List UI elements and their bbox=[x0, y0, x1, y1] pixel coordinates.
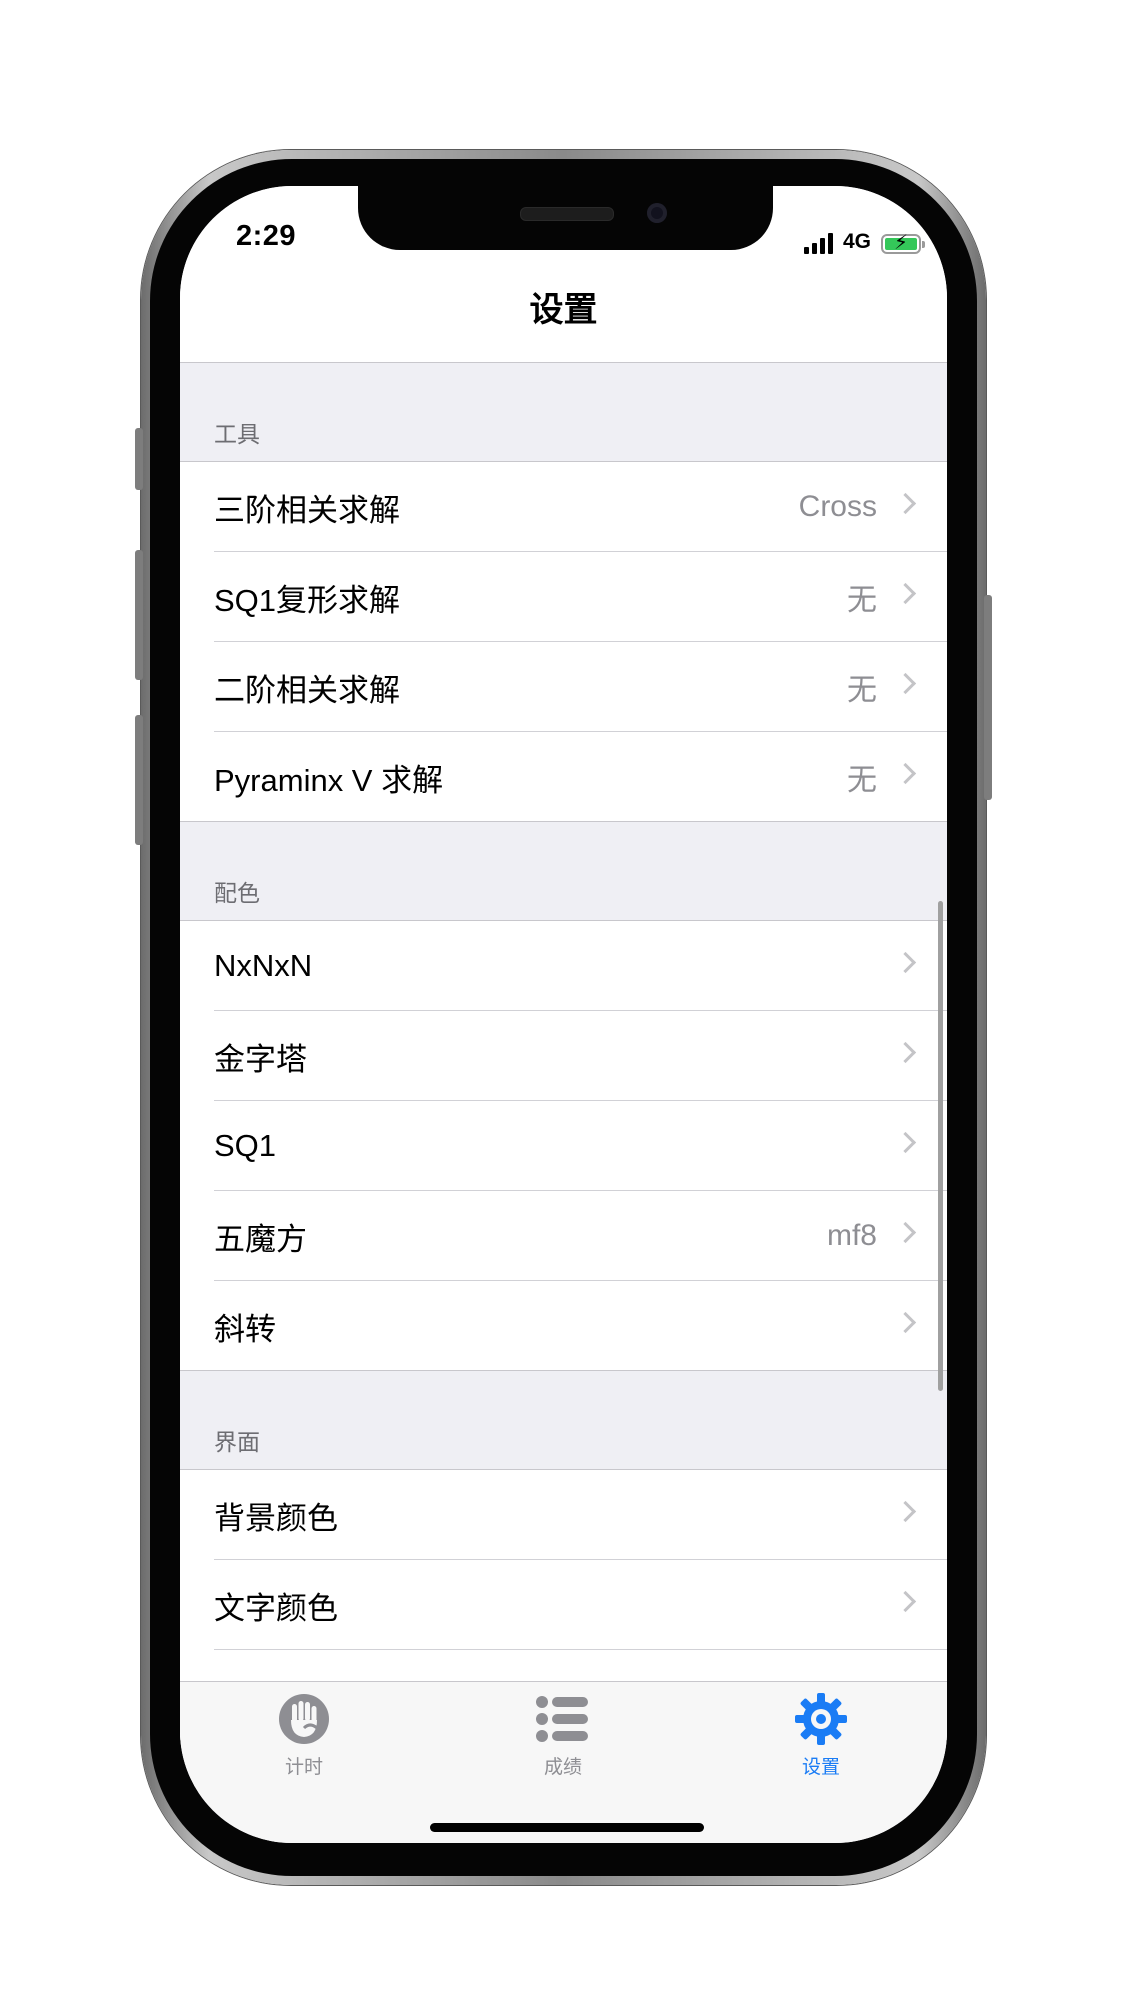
section-header-label: 工具 bbox=[214, 421, 260, 447]
notch bbox=[358, 186, 773, 250]
settings-row-megaminx[interactable]: 五魔方 mf8 bbox=[180, 1191, 947, 1281]
chevron-right-icon bbox=[894, 582, 917, 605]
tab-timer[interactable]: 计时 bbox=[234, 1692, 374, 1792]
tab-settings[interactable]: 设置 bbox=[751, 1692, 891, 1792]
row-label: NxNxN bbox=[214, 948, 313, 983]
signal-icon bbox=[803, 232, 833, 254]
chevron-right-icon bbox=[894, 1311, 917, 1334]
navigation-bar: 设置 bbox=[180, 262, 947, 363]
row-label: 二阶相关求解 bbox=[214, 672, 400, 708]
chevron-right-icon bbox=[894, 1041, 917, 1064]
tab-label: 成绩 bbox=[543, 1757, 582, 1778]
gear-icon bbox=[794, 1692, 848, 1746]
silent-switch bbox=[135, 428, 143, 490]
chevron-right-icon bbox=[894, 1221, 917, 1244]
settings-row-333-solver[interactable]: 三阶相关求解 Cross bbox=[180, 462, 947, 552]
section-header-interface: 界面 bbox=[180, 1371, 947, 1470]
settings-row-222-solver[interactable]: 二阶相关求解 无 bbox=[180, 642, 947, 732]
hand-timer-icon bbox=[277, 1692, 331, 1746]
chevron-right-icon bbox=[894, 762, 917, 785]
status-indicators: 4G ⚡ bbox=[803, 228, 925, 254]
battery-charging-icon: ⚡ bbox=[881, 232, 925, 254]
tab-bar: 计时 成绩 设置 bbox=[180, 1681, 947, 1843]
settings-row-text-color[interactable]: 文字颜色 bbox=[180, 1560, 947, 1650]
screen: 2:29 4G ⚡ 设置 工具 三阶相关求解 Cross SQ1复形求解 无 二… bbox=[180, 186, 947, 1843]
page-title: 设置 bbox=[529, 291, 598, 329]
row-label: 文字颜色 bbox=[214, 1590, 338, 1626]
chevron-right-icon bbox=[894, 1590, 917, 1613]
settings-row-skewb[interactable]: 斜转 bbox=[180, 1281, 947, 1371]
row-label: 三阶相关求解 bbox=[214, 492, 400, 528]
status-time: 2:29 bbox=[236, 220, 297, 252]
settings-row-pyraminx[interactable]: 金字塔 bbox=[180, 1011, 947, 1101]
section-header-tools: 工具 bbox=[180, 363, 947, 462]
row-label: SQ1 bbox=[214, 1128, 277, 1163]
section-header-label: 界面 bbox=[214, 1429, 260, 1455]
row-value: 无 bbox=[847, 764, 877, 797]
section-header-label: 配色 bbox=[214, 880, 260, 906]
volume-up-button bbox=[135, 550, 143, 680]
settings-row-sq1[interactable]: SQ1 bbox=[180, 1101, 947, 1191]
chevron-right-icon bbox=[894, 672, 917, 695]
earpiece-speaker bbox=[520, 207, 614, 221]
section-header-colors: 配色 bbox=[180, 822, 947, 921]
row-label: 金字塔 bbox=[214, 1041, 307, 1077]
front-camera bbox=[647, 203, 667, 223]
row-value: mf8 bbox=[826, 1219, 877, 1252]
settings-row-sq1-solver[interactable]: SQ1复形求解 无 bbox=[180, 552, 947, 642]
tab-label: 设置 bbox=[801, 1757, 840, 1778]
row-value: Cross bbox=[798, 490, 877, 523]
list-icon bbox=[536, 1692, 590, 1746]
settings-list[interactable]: 工具 三阶相关求解 Cross SQ1复形求解 无 二阶相关求解 无 Pyram… bbox=[180, 363, 947, 1740]
home-indicator[interactable] bbox=[430, 1823, 704, 1832]
network-type: 4G bbox=[842, 230, 871, 253]
chevron-right-icon bbox=[894, 1500, 917, 1523]
tab-label: 计时 bbox=[284, 1757, 323, 1778]
power-button bbox=[984, 595, 992, 800]
row-label: Pyraminx V 求解 bbox=[214, 762, 444, 798]
volume-down-button bbox=[135, 715, 143, 845]
scroll-indicator[interactable] bbox=[938, 901, 943, 1391]
row-label: SQ1复形求解 bbox=[214, 582, 401, 618]
chevron-right-icon bbox=[894, 1131, 917, 1154]
row-label: 五魔方 bbox=[214, 1221, 307, 1257]
row-label: 背景颜色 bbox=[214, 1500, 338, 1536]
row-value: 无 bbox=[847, 584, 877, 617]
row-value: 无 bbox=[847, 674, 877, 707]
settings-row-background-color[interactable]: 背景颜色 bbox=[180, 1470, 947, 1560]
tab-results[interactable]: 成绩 bbox=[493, 1692, 633, 1792]
device-mockup: 2:29 4G ⚡ 设置 工具 三阶相关求解 Cross SQ1复形求解 无 二… bbox=[0, 0, 1125, 2001]
settings-row-nxnxn[interactable]: NxNxN bbox=[180, 921, 947, 1011]
settings-row-pyraminx-solver[interactable]: Pyraminx V 求解 无 bbox=[180, 732, 947, 822]
row-label: 斜转 bbox=[214, 1311, 276, 1347]
chevron-right-icon bbox=[894, 492, 917, 515]
chevron-right-icon bbox=[894, 951, 917, 974]
